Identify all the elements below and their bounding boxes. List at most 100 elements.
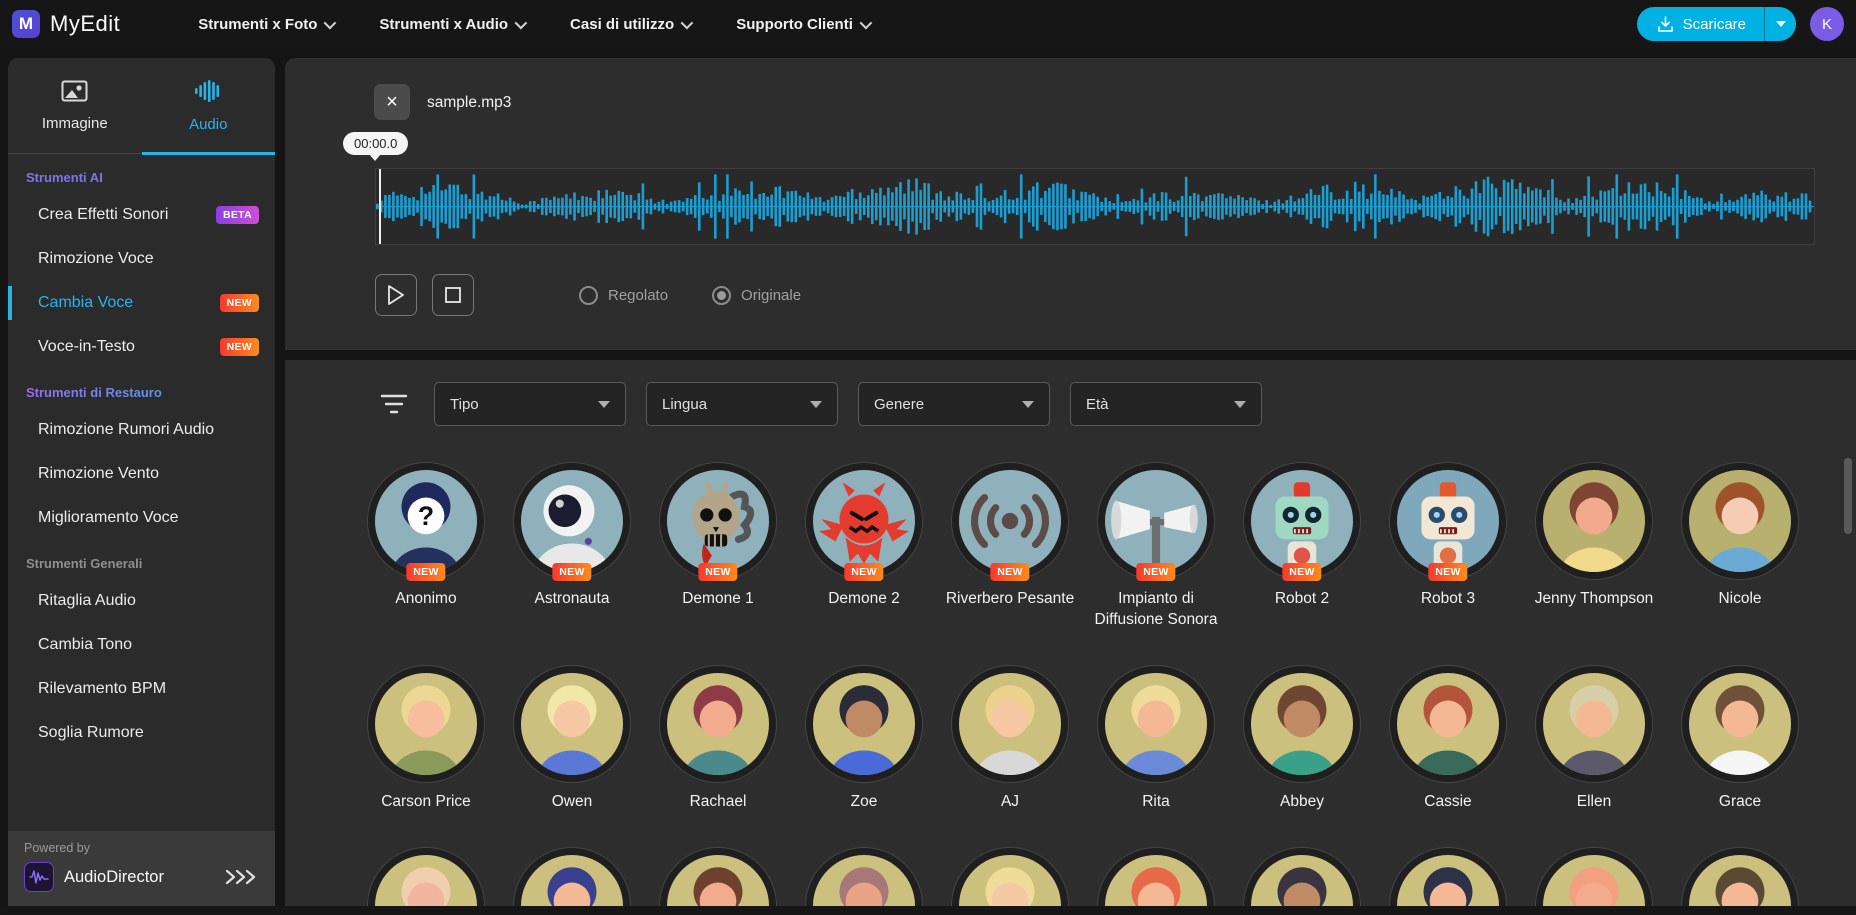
voice-item[interactable] (1521, 854, 1667, 907)
voice-avatar (959, 672, 1061, 775)
tab-immagine[interactable]: Immagine (8, 58, 142, 153)
voice-cassie[interactable]: Cassie (1375, 672, 1521, 813)
voice-avatar (375, 854, 477, 907)
vertical-scrollbar[interactable] (1844, 458, 1852, 534)
voice-demone-2[interactable]: NEW Demone 2 (791, 470, 937, 610)
voice-nicole[interactable]: Nicole (1667, 470, 1813, 610)
nav-item-casi-di-utilizzo[interactable]: Casi di utilizzo (570, 15, 694, 33)
voice-impianto-di-diffusione-sonora[interactable]: NEW Impianto di Diffusione Sonora (1083, 470, 1229, 631)
nav-item-strumenti-x-audio[interactable]: Strumenti x Audio (379, 16, 528, 33)
stop-button[interactable] (432, 274, 474, 316)
voice-rachael[interactable]: Rachael (645, 672, 791, 813)
voice-item[interactable] (937, 854, 1083, 907)
sidebar-item-cambia-voce[interactable]: Cambia Voce NEW (8, 281, 275, 325)
sidebar-item-rimozione-voce[interactable]: Rimozione Voce (8, 237, 275, 281)
playhead-marker[interactable] (379, 169, 381, 244)
voice-carson-price[interactable]: Carson Price (353, 672, 499, 813)
download-button[interactable]: Scaricare (1636, 7, 1764, 41)
sidebar-footer[interactable]: Powered by AudioDirector (8, 831, 275, 907)
voice-ellen[interactable]: Ellen (1521, 672, 1667, 813)
download-split-button[interactable]: Scaricare (1636, 7, 1796, 41)
filter-icon[interactable] (380, 392, 408, 416)
sidebar-item-cambia-tono[interactable]: Cambia Tono (8, 623, 275, 667)
voice-avatar (1105, 854, 1207, 907)
nav-item-supporto-clienti[interactable]: Supporto Clienti (736, 15, 873, 33)
nav-item-label: Supporto Clienti (736, 15, 853, 33)
sidebar-item-rilevamento-bpm[interactable]: Rilevamento BPM (8, 667, 275, 711)
voice-avatar (1105, 672, 1207, 775)
sidebar-item-label: Soglia Rumore (38, 724, 144, 741)
download-dropdown-button[interactable] (1764, 7, 1796, 41)
voice-avatar: ? NEW (375, 470, 477, 581)
voice-avatar-image (1105, 672, 1207, 775)
voice-zoe[interactable]: Zoe (791, 672, 937, 813)
sidebar-item-miglioramento-voce[interactable]: Miglioramento Voce (8, 496, 275, 540)
voice-avatar: NEW (1397, 470, 1499, 581)
voice-jenny-thompson[interactable]: Jenny Thompson (1521, 470, 1667, 610)
voice-owen[interactable]: Owen (499, 672, 645, 813)
dropdown-tipo[interactable]: Tipo (434, 382, 626, 426)
voice-item[interactable] (1667, 854, 1813, 907)
voice-item[interactable] (645, 854, 791, 907)
badge-new: NEW (1136, 563, 1176, 581)
dropdown-lingua[interactable]: Lingua (646, 382, 838, 426)
voice-riverbero-pesante[interactable]: NEW Riverbero Pesante (937, 470, 1083, 610)
voice-abbey[interactable]: Abbey (1229, 672, 1375, 813)
voice-avatar-image (1543, 854, 1645, 907)
voice-anonimo[interactable]: ? NEW Anonimo (353, 470, 499, 610)
close-file-button[interactable]: × (374, 84, 410, 120)
user-avatar[interactable]: K (1810, 7, 1844, 41)
tab-audio[interactable]: Audio (142, 58, 276, 153)
voice-name-label: Demone 2 (828, 590, 900, 607)
voice-avatar (1543, 672, 1645, 775)
voice-demone-1[interactable]: NEW Demone 1 (645, 470, 791, 610)
sidebar-item-label: Crea Effetti Sonori (38, 206, 169, 223)
voice-avatar: NEW (1251, 470, 1353, 581)
sidebar-item-voce-in-testo[interactable]: Voce-in-Testo NEW (8, 325, 275, 369)
voice-item[interactable] (1083, 854, 1229, 907)
chevron-down-icon (859, 16, 873, 29)
voice-avatar: NEW (813, 470, 915, 581)
voice-avatar-image (813, 470, 915, 572)
voice-item[interactable] (353, 854, 499, 907)
voice-item[interactable] (1375, 854, 1521, 907)
voice-avatar (667, 672, 769, 775)
badge-new: NEW (698, 563, 738, 581)
waveform-graph (376, 174, 1814, 239)
sidebar-item-label: Rimozione Rumori Audio (38, 421, 215, 438)
radio-label: Originale (741, 286, 802, 304)
voice-grace[interactable]: Grace (1667, 672, 1813, 813)
voice-robot-2[interactable]: NEW Robot 2 (1229, 470, 1375, 610)
myedit-logo[interactable]: M MyEdit (12, 10, 120, 38)
stop-icon (445, 287, 461, 303)
voice-avatar-image (667, 854, 769, 907)
waveform-display[interactable] (375, 168, 1815, 245)
nav-item-strumenti-x-foto[interactable]: Strumenti x Foto (198, 16, 337, 33)
voice-avatar: NEW (959, 470, 1061, 581)
play-button[interactable] (375, 274, 417, 316)
radio-originale[interactable]: Originale (712, 285, 802, 305)
voice-item[interactable] (791, 854, 937, 907)
voice-name-label: Demone 1 (682, 590, 754, 607)
nav-item-label: Casi di utilizzo (570, 15, 675, 33)
dropdown-età[interactable]: Età (1070, 382, 1262, 426)
sidebar-item-ritaglia-audio[interactable]: Ritaglia Audio (8, 579, 275, 623)
radio-regolato[interactable]: Regolato (579, 285, 668, 305)
dropdown-label: Età (1086, 395, 1109, 413)
dropdown-genere[interactable]: Genere (858, 382, 1050, 426)
sidebar-item-soglia-rumore[interactable]: Soglia Rumore (8, 711, 275, 755)
voice-aj[interactable]: AJ (937, 672, 1083, 813)
voice-avatar-image (959, 672, 1061, 775)
voice-item[interactable] (1229, 854, 1375, 907)
sidebar-item-crea-effetti-sonori[interactable]: Crea Effetti Sonori BETA (8, 193, 275, 237)
sidebar-item-rimozione-rumori-audio[interactable]: Rimozione Rumori Audio (8, 408, 275, 452)
chevrons-right-icon[interactable] (225, 869, 259, 885)
voice-name-label: Nicole (1718, 590, 1762, 607)
voice-astronauta[interactable]: NEW Astronauta (499, 470, 645, 610)
radio-dot (717, 290, 727, 300)
voice-rita[interactable]: Rita (1083, 672, 1229, 813)
sidebar-item-rimozione-vento[interactable]: Rimozione Vento (8, 452, 275, 496)
voice-robot-3[interactable]: NEW Robot 3 (1375, 470, 1521, 610)
preview-mode-radios: Regolato Originale (579, 285, 802, 305)
voice-item[interactable] (499, 854, 645, 907)
